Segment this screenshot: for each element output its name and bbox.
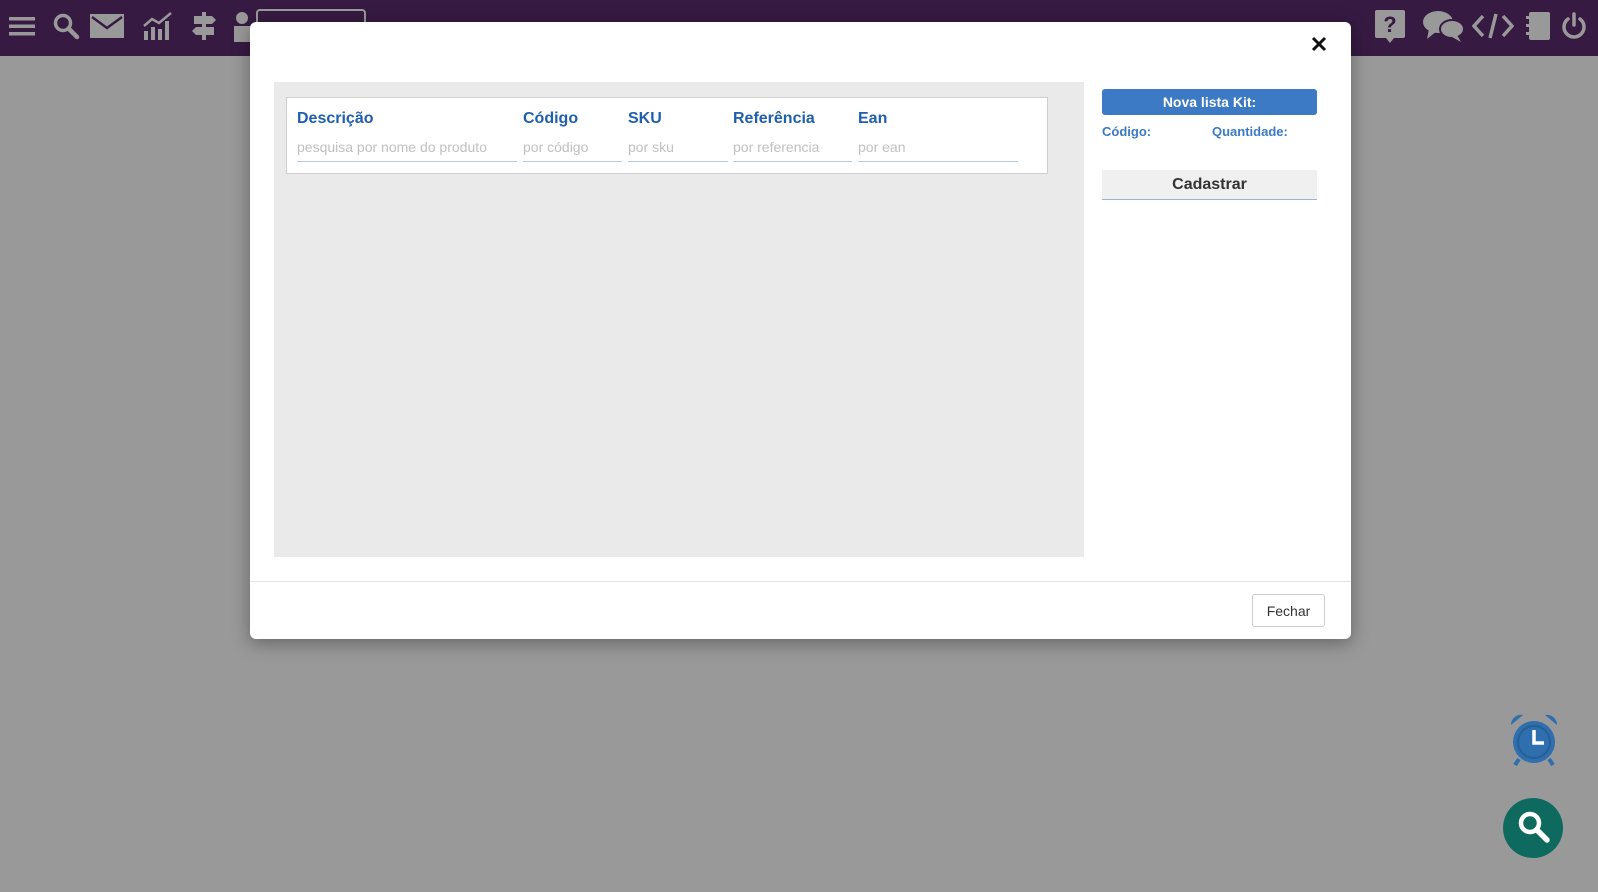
ean-search-input[interactable]	[858, 132, 1018, 162]
filter-ean: Ean	[858, 108, 1018, 162]
search-icon	[1516, 809, 1550, 848]
filter-card: Descrição Código SKU Referência Ean	[286, 97, 1048, 174]
description-search-input[interactable]	[297, 132, 517, 162]
alarm-clock-icon[interactable]	[1505, 710, 1563, 768]
filter-code: Código	[523, 108, 622, 162]
filter-label-ean: Ean	[858, 110, 888, 127]
code-search-input[interactable]	[523, 132, 622, 162]
close-button[interactable]: Fechar	[1252, 594, 1325, 627]
product-kit-modal: Descrição Código SKU Referência Ean Nova…	[250, 22, 1351, 639]
filter-reference: Referência	[733, 108, 852, 162]
kit-code-label: Código:	[1102, 124, 1152, 139]
close-icon[interactable]	[1307, 32, 1331, 56]
kit-meta: Código: Quantidade:	[1102, 124, 1317, 144]
kit-quantity-label: Quantidade:	[1212, 124, 1288, 139]
kit-panel: Nova lista Kit: Código: Quantidade: Cada…	[1102, 89, 1317, 200]
floating-search-button[interactable]	[1503, 798, 1563, 858]
sku-search-input[interactable]	[628, 132, 728, 162]
filter-sku: SKU	[628, 108, 728, 162]
filter-label-code: Código	[523, 110, 579, 127]
product-search-panel: Descrição Código SKU Referência Ean	[274, 82, 1084, 557]
filter-label-sku: SKU	[628, 110, 662, 127]
kit-title: Nova lista Kit:	[1102, 89, 1317, 115]
filter-description: Descrição	[297, 108, 517, 162]
reference-search-input[interactable]	[733, 132, 852, 162]
filter-label-reference: Referência	[733, 110, 815, 127]
modal-footer: Fechar	[250, 581, 1351, 639]
filter-label-description: Descrição	[297, 110, 374, 127]
register-button[interactable]: Cadastrar	[1102, 170, 1317, 200]
